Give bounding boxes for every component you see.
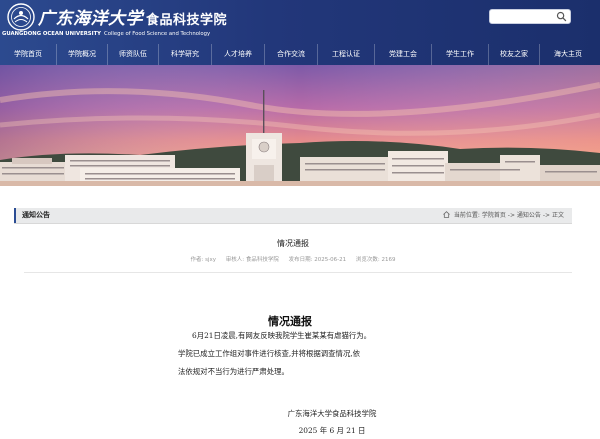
nav-item-faculty[interactable]: 师资队伍 — [107, 44, 158, 65]
sign-date: 2025 年 6 月 21 日 — [298, 426, 366, 435]
nav-item-certification[interactable]: 工程认证 — [317, 44, 374, 65]
location-label: 当前位置: — [453, 212, 480, 219]
search-icon[interactable] — [556, 11, 567, 22]
section-marker — [14, 208, 16, 223]
home-icon — [443, 211, 450, 218]
university-emblem-icon[interactable] — [6, 2, 36, 32]
university-name-en: GUANGDONG OCEAN UNIVERSITY — [2, 31, 102, 37]
breadcrumb-link-home[interactable]: 学院首页 — [482, 212, 506, 219]
article-meta: 作者: sjxy 审核人: 食品科技学院 发布日期: 2025-06-21 浏览… — [14, 255, 572, 263]
breadcrumb-link-notices[interactable]: 通知公告 — [517, 212, 541, 219]
section-title: 通知公告 — [22, 211, 50, 219]
university-name: 广东海洋大学 — [38, 9, 143, 29]
breadcrumb: 通知公告 当前位置: 学院首页 -> 通知公告 -> 正文 — [14, 208, 572, 224]
meta-reviewer: 审核人: 食品科技学院 — [225, 257, 279, 263]
nav-item-education[interactable]: 人才培养 — [211, 44, 264, 65]
divider — [24, 272, 572, 273]
college-name: 食品科技学院 — [146, 13, 228, 28]
article-title: 情况通报 — [277, 239, 309, 248]
search-input[interactable] — [489, 9, 571, 24]
campus-banner — [0, 65, 600, 186]
notice-paragraph-line: 法依规对不当行为进行严肃处理。 — [178, 367, 289, 376]
site-logo-title[interactable]: 广东海洋大学 食品科技学院 — [38, 4, 248, 30]
site-header: 广东海洋大学 食品科技学院 GUANGDONG OCEAN UNIVERSITY C… — [0, 0, 600, 65]
nav-item-research[interactable]: 科学研究 — [158, 44, 211, 65]
nav-item-home[interactable]: 学院首页 — [0, 44, 56, 65]
campus-sunset-image — [0, 65, 600, 186]
nav-item-student-affairs[interactable]: 学生工作 — [431, 44, 488, 65]
meta-views: 浏览次数: 2169 — [355, 257, 396, 263]
main-nav: 学院首页 学院概况 师资队伍 科学研究 人才培养 合作交流 工程认证 党建工会 … — [0, 44, 600, 65]
signature: 广东海洋大学食品科技学院 — [287, 409, 377, 418]
notice-paragraph-line: 6月21日凌晨,有网友反映我院学生崔某某有虐猫行为。 — [192, 331, 372, 340]
breadcrumb-current: 正文 — [551, 212, 564, 219]
meta-author: 作者: sjxy — [190, 257, 216, 263]
nav-item-about[interactable]: 学院概况 — [56, 44, 107, 65]
breadcrumb-path: 当前位置: 学院首页 -> 通知公告 -> 正文 — [443, 208, 564, 223]
breadcrumb-separator: -> — [542, 212, 551, 219]
college-name-en: College of Food Science and Technology — [104, 31, 211, 37]
site-logo-english: GUANGDONG OCEAN UNIVERSITY College of Foo… — [2, 31, 242, 41]
nav-item-university-home[interactable]: 海大主页 — [539, 44, 596, 65]
nav-item-party-union[interactable]: 党建工会 — [374, 44, 431, 65]
meta-date: 发布日期: 2025-06-21 — [288, 257, 347, 263]
nav-item-cooperation[interactable]: 合作交流 — [264, 44, 317, 65]
nav-item-alumni[interactable]: 校友之家 — [488, 44, 539, 65]
breadcrumb-separator: -> — [507, 212, 515, 219]
notice-paragraph-line: 学院已成立工作组对事件进行核查,并将根据调查情况,依 — [178, 349, 361, 358]
